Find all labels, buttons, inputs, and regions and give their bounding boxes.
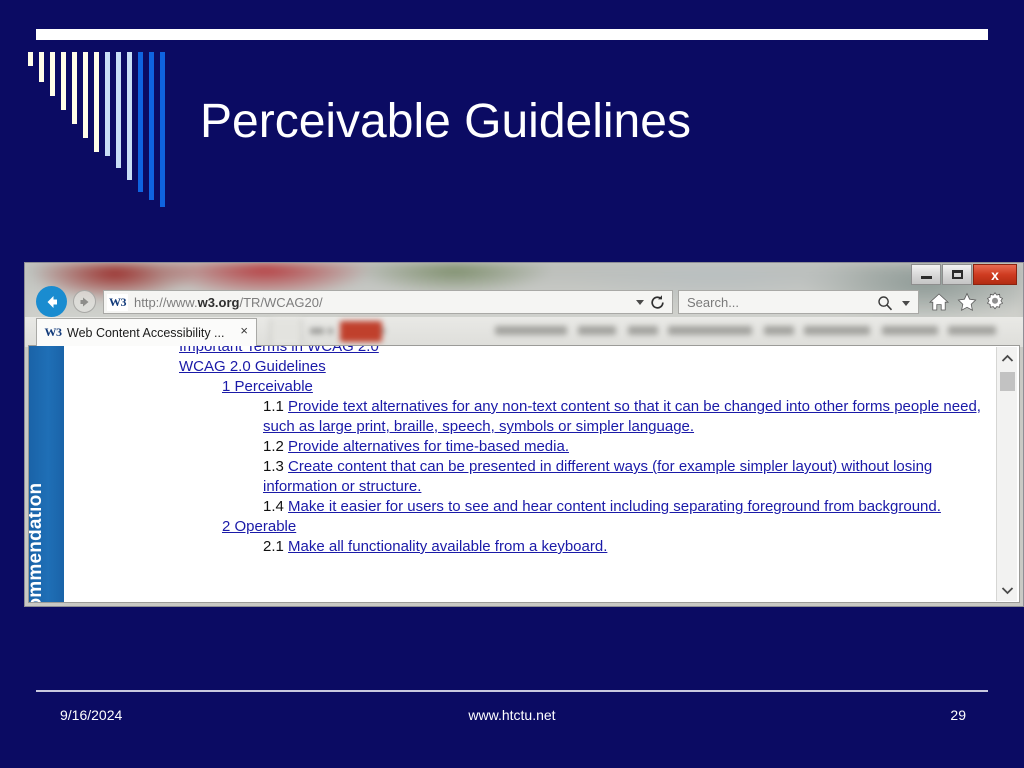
refresh-icon[interactable] bbox=[649, 294, 666, 311]
wcag-item-link[interactable]: Make it easier for users to see and hear… bbox=[288, 498, 941, 515]
decorative-bar-0 bbox=[28, 52, 33, 66]
decorative-bar-5 bbox=[83, 52, 88, 138]
tab-title: Web Content Accessibility ... bbox=[67, 325, 225, 340]
footer-website: www.htctu.net bbox=[468, 707, 556, 723]
vertical-scrollbar[interactable] bbox=[996, 347, 1017, 601]
wcag-item-link[interactable]: Important Terms in WCAG 2.0 bbox=[179, 346, 379, 355]
wcag-list-item: 2 Operable bbox=[222, 517, 993, 537]
decorative-bar-6 bbox=[94, 52, 99, 152]
scroll-down-icon[interactable] bbox=[997, 581, 1017, 599]
minimize-icon bbox=[920, 276, 932, 279]
page-viewport: W3C Recommendation Important Terms in WC… bbox=[28, 345, 1020, 603]
tab-bar: W3 Web Content Accessibility ... × bbox=[25, 318, 1023, 346]
wcag-item-link[interactable]: 2 Operable bbox=[222, 518, 296, 535]
page-title: Perceivable Guidelines bbox=[200, 95, 691, 148]
search-icon[interactable] bbox=[877, 295, 893, 311]
chevron-down-icon[interactable] bbox=[636, 300, 644, 305]
w3c-favicon: W3 bbox=[44, 325, 63, 339]
decorative-bar-graphic bbox=[28, 52, 178, 207]
wcag-item-number: 1.1 bbox=[263, 398, 289, 415]
forward-button[interactable] bbox=[73, 290, 96, 313]
wcag-item-link[interactable]: WCAG 2.0 Guidelines bbox=[179, 358, 326, 375]
decorative-bar-2 bbox=[50, 52, 55, 96]
search-input[interactable]: Search... bbox=[678, 290, 919, 314]
favorites-star-icon[interactable] bbox=[956, 291, 978, 313]
home-icon[interactable] bbox=[928, 291, 950, 313]
wcag-list-item: WCAG 2.0 Guidelines bbox=[179, 357, 993, 377]
decorative-bar-8 bbox=[116, 52, 121, 168]
footer-divider bbox=[36, 690, 988, 692]
w3c-recommendation-label: W3C Recommendation bbox=[28, 482, 46, 602]
close-button[interactable]: x bbox=[973, 264, 1017, 285]
url-suffix: /TR/WCAG20/ bbox=[239, 294, 323, 310]
wcag-item-number: 1.4 bbox=[263, 498, 289, 515]
wcag-item-link[interactable]: Provide alternatives for time-based medi… bbox=[288, 438, 569, 455]
wcag-item-link[interactable]: Create content that can be presented in … bbox=[263, 458, 932, 495]
scroll-up-icon[interactable] bbox=[997, 349, 1017, 367]
wcag-list-item: 1.4 Make it easier for users to see and … bbox=[263, 497, 993, 517]
maximize-button[interactable] bbox=[942, 264, 972, 285]
navigation-toolbar: W3 http://www.w3.org/TR/WCAG20/ Search..… bbox=[25, 285, 1023, 319]
decorative-bar-9 bbox=[127, 52, 132, 180]
decorative-bar-7 bbox=[105, 52, 110, 156]
decorative-bar-11 bbox=[149, 52, 154, 200]
close-tab-icon[interactable]: × bbox=[240, 324, 248, 337]
wcag-item-number: 1.2 bbox=[263, 438, 289, 455]
wcag-list-item: 1.2 Provide alternatives for time-based … bbox=[263, 437, 993, 457]
url-domain: w3.org bbox=[197, 294, 240, 310]
settings-gear-icon[interactable] bbox=[984, 291, 1006, 313]
search-placeholder: Search... bbox=[687, 294, 740, 310]
wcag-item-link[interactable]: 1 Perceivable bbox=[222, 378, 313, 395]
url-prefix: http://www. bbox=[134, 294, 198, 310]
scrollbar-thumb[interactable] bbox=[1000, 372, 1015, 391]
footer-page-number: 29 bbox=[950, 707, 966, 723]
browser-tab[interactable]: W3 Web Content Accessibility ... × bbox=[36, 318, 257, 346]
back-button[interactable] bbox=[36, 286, 67, 317]
wcag-list-item: Important Terms in WCAG 2.0 bbox=[179, 346, 993, 357]
wcag-item-link[interactable]: Provide text alternatives for any non-te… bbox=[263, 398, 981, 435]
decorative-bar-12 bbox=[160, 52, 165, 207]
minimize-button[interactable] bbox=[911, 264, 941, 285]
w3c-recommendation-banner: W3C Recommendation bbox=[29, 346, 64, 602]
decorative-bar-10 bbox=[138, 52, 143, 192]
browser-window-screenshot: x W3 http://www.w3.org/TR/WCAG20/ Search… bbox=[24, 262, 1024, 607]
wcag-guidelines-list: Important Terms in WCAG 2.0 WCAG 2.0 Guid… bbox=[65, 346, 993, 557]
wcag-item-number: 2.1 bbox=[263, 538, 289, 555]
wcag-list-item: 1 Perceivable bbox=[222, 377, 993, 397]
wcag-list-item: 1.3 Create content that can be presented… bbox=[263, 457, 993, 497]
address-bar[interactable]: W3 http://www.w3.org/TR/WCAG20/ bbox=[103, 290, 673, 314]
w3c-favicon: W3 bbox=[107, 293, 128, 311]
wcag-list-item: 1.1 Provide text alternatives for any no… bbox=[263, 397, 993, 437]
page-content-area: Important Terms in WCAG 2.0 WCAG 2.0 Guid… bbox=[65, 346, 993, 602]
wcag-list-item: 2.1 Make all functionality available fro… bbox=[263, 537, 993, 557]
maximize-icon bbox=[951, 270, 963, 279]
wcag-item-number: 1.3 bbox=[263, 458, 289, 475]
close-icon: x bbox=[991, 266, 999, 283]
decorative-bar-1 bbox=[39, 52, 44, 82]
decorative-bar-4 bbox=[72, 52, 77, 124]
back-arrow-icon bbox=[47, 295, 57, 308]
title-top-rule bbox=[36, 29, 988, 40]
decorative-bar-3 bbox=[61, 52, 66, 110]
window-controls: x bbox=[910, 264, 1017, 285]
chevron-down-icon[interactable] bbox=[902, 301, 910, 306]
address-bar-url: http://www.w3.org/TR/WCAG20/ bbox=[134, 295, 323, 310]
forward-arrow-icon bbox=[80, 297, 88, 306]
wcag-item-link[interactable]: Make all functionality available from a … bbox=[288, 538, 607, 555]
